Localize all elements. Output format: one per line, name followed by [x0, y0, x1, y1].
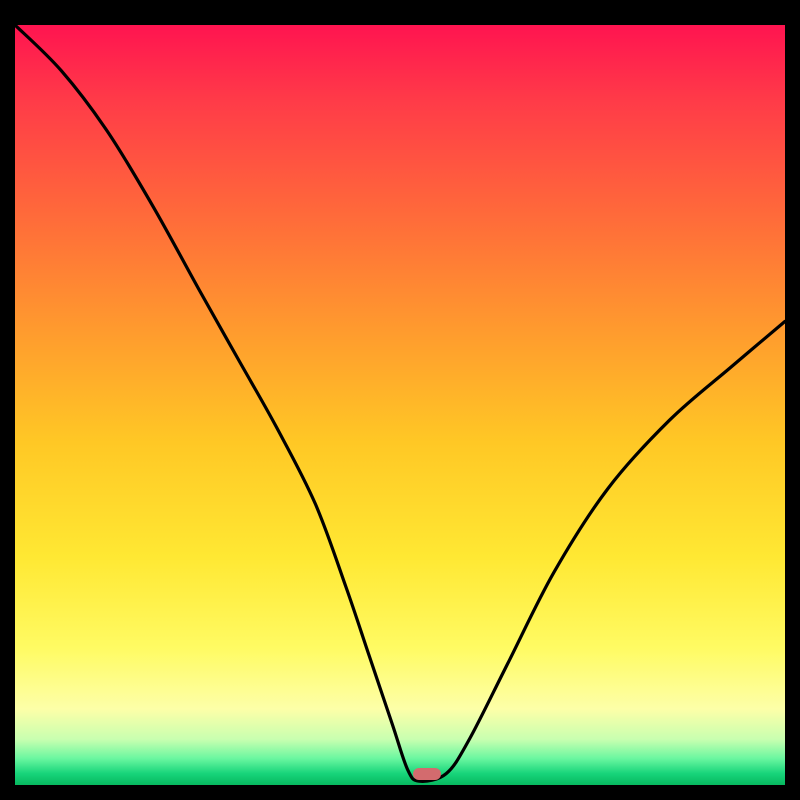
plot-area — [15, 25, 785, 785]
curve-path — [15, 25, 785, 781]
chart-frame: TheBottleneck.com — [0, 0, 800, 800]
plot-container — [15, 0, 785, 785]
bottleneck-curve — [15, 25, 785, 785]
optimal-marker — [413, 768, 441, 780]
